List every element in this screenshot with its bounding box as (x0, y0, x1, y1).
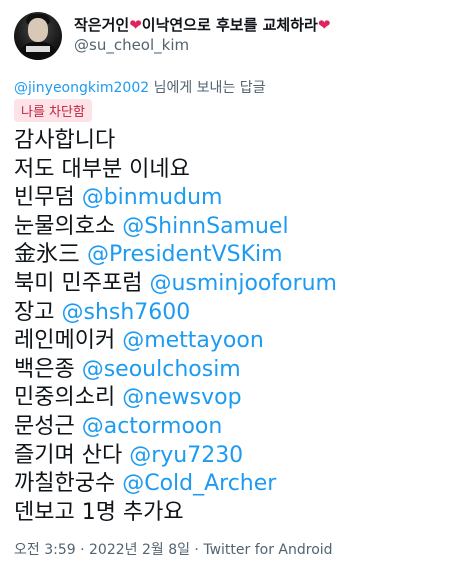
tweet-line: 레인메이커 @mettayoon (14, 327, 337, 356)
blocked-badge: 나를 차단함 (14, 99, 92, 122)
tweet-line-text: 민중의소리 (14, 385, 123, 411)
tweet-line-text: 金氷三 (14, 242, 87, 268)
tweet-line: 문성근 @actormoon (14, 413, 337, 442)
tweet-line: 눈물의호소 @ShinnSamuel (14, 213, 337, 242)
mention-link[interactable]: @actormoon (82, 414, 223, 439)
tweet-line-text: 덴보고 1명 추가요 (14, 499, 184, 525)
tweet-line-text: 북미 민주포럼 (14, 270, 150, 296)
mention-link[interactable]: @shsh7600 (61, 300, 190, 325)
heart-icon: ❤ (317, 16, 331, 34)
reply-mention-link[interactable]: @jinyeongkim2002 (14, 80, 149, 96)
tweet-line-text: 까칠한궁수 (14, 471, 123, 497)
tweet-line: 덴보고 1명 추가요 (14, 499, 337, 528)
mention-link[interactable]: @Cold_Archer (122, 471, 276, 496)
mention-link[interactable]: @newsvop (122, 385, 241, 410)
mention-link[interactable]: @PresidentVSKim (87, 242, 283, 267)
mention-link[interactable]: @usminjooforum (149, 271, 337, 296)
mention-link[interactable]: @ryu7230 (129, 443, 243, 468)
tweet-line-text: 눈물의호소 (14, 213, 123, 239)
tweet-line: 까칠한궁수 @Cold_Archer (14, 470, 337, 499)
avatar-face (28, 18, 48, 42)
tweet-source: Twitter for Android (203, 542, 333, 558)
tweet-line-text: 레인메이커 (14, 328, 123, 354)
tweet-line: 장고 @shsh7600 (14, 299, 337, 328)
tweet-line-text: 장고 (14, 299, 62, 325)
tweet-line: 저도 대부분 이네요 (14, 156, 337, 185)
mention-link[interactable]: @binmudum (82, 185, 223, 210)
mention-link[interactable]: @ShinnSamuel (122, 214, 288, 239)
profile-avatar[interactable] (14, 12, 62, 60)
display-name-part-2: 이낙연으로 후보를 교체하라 (141, 16, 318, 34)
author-display-name[interactable]: 작은거인❤이낙연으로 후보를 교체하라❤ (74, 14, 330, 35)
tweet-line: 즐기며 산다 @ryu7230 (14, 442, 337, 471)
tweet-line: 북미 민주포럼 @usminjooforum (14, 270, 337, 299)
reply-context: @jinyeongkim2002 님에게 보내는 답글 (14, 77, 266, 97)
display-name-part-1: 작은거인 (74, 16, 130, 34)
tweet-line: 감사합니다 (14, 127, 337, 156)
tweet-line: 빈무덤 @binmudum (14, 184, 337, 213)
reply-suffix: 님에게 보내는 답글 (149, 80, 266, 96)
avatar-badge-strip (26, 46, 50, 52)
heart-icon: ❤ (129, 16, 142, 34)
tweet-line-text: 백은종 (14, 356, 82, 382)
tweet-text: 감사합니다 저도 대부분 이네요 빈무덤 @binmudum 눈물의호소 @Sh… (14, 127, 337, 527)
mention-link[interactable]: @seoulchosim (82, 357, 241, 382)
tweet-line-text: 저도 대부분 이네요 (14, 156, 190, 182)
tweet-line-text: 문성근 (14, 413, 82, 439)
tweet-line-text: 감사합니다 (14, 128, 116, 153)
tweet-line: 백은종 @seoulchosim (14, 356, 337, 385)
mention-link[interactable]: @mettayoon (122, 328, 264, 353)
tweet-line: 민중의소리 @newsvop (14, 384, 337, 413)
author-handle[interactable]: @su_cheol_kim (74, 36, 189, 54)
tweet-line-text: 즐기며 산다 (14, 442, 130, 468)
tweet-timestamp[interactable]: 오전 3:59 · 2022년 2월 8일 · (14, 542, 203, 558)
tweet-line: 金氷三 @PresidentVSKim (14, 241, 337, 270)
tweet-meta: 오전 3:59 · 2022년 2월 8일 · Twitter for Andr… (14, 539, 333, 559)
tweet-line-text: 빈무덤 (14, 185, 82, 211)
